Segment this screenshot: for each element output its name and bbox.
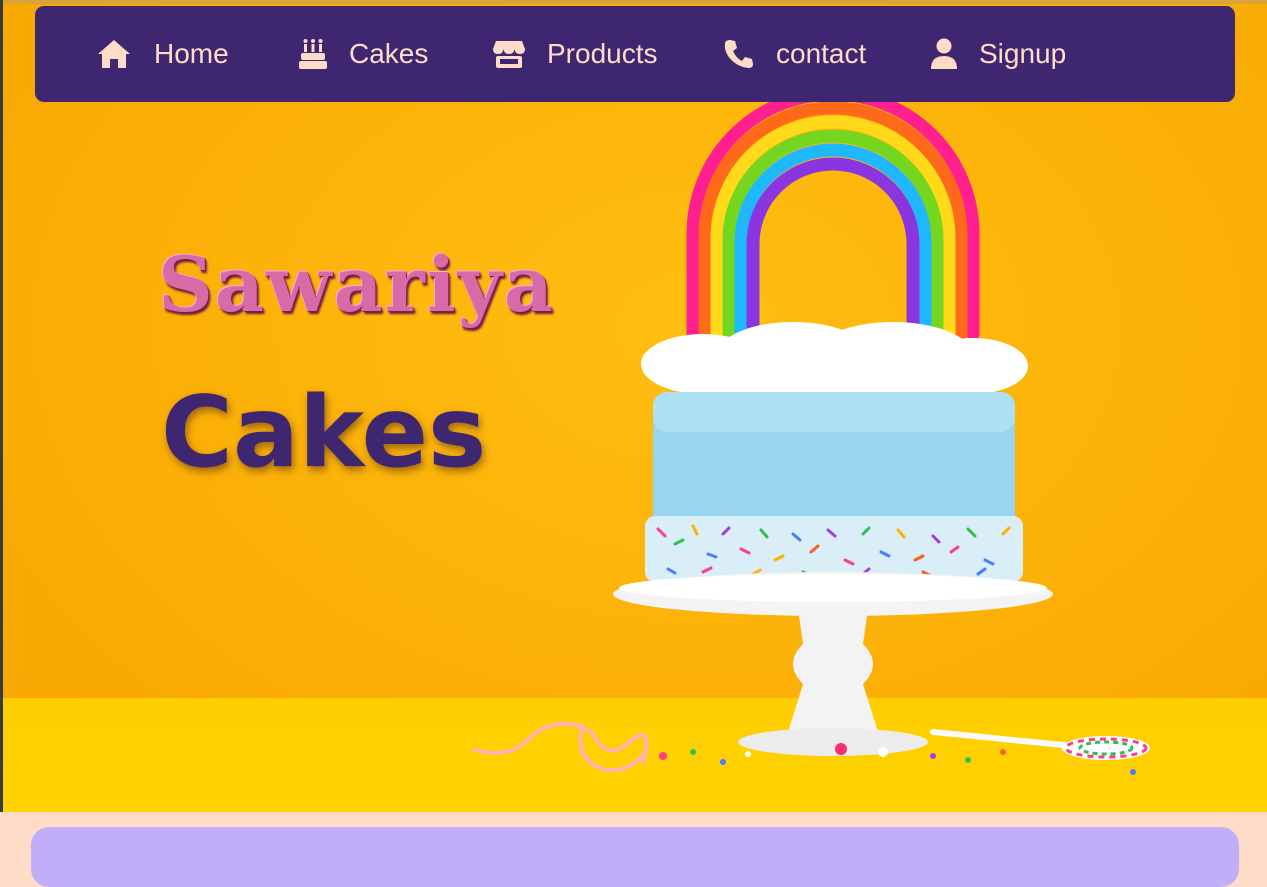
window-left-border bbox=[0, 0, 3, 812]
nav-item-label: Cakes bbox=[349, 38, 429, 69]
nav-item-label: Signup bbox=[979, 38, 1067, 69]
phone-icon bbox=[724, 39, 754, 69]
nav-item-signup[interactable]: Signup bbox=[931, 6, 1066, 102]
nav-item-label: contact bbox=[776, 38, 867, 69]
nav-item-label: Products bbox=[547, 38, 658, 69]
content-panel bbox=[31, 827, 1239, 887]
main-navbar: Home Cakes Products contact Signup bbox=[35, 6, 1235, 102]
hero-subtitle: Cakes bbox=[161, 376, 487, 490]
nav-item-label: Home bbox=[154, 38, 229, 69]
nav-item-home[interactable]: Home bbox=[96, 6, 229, 102]
hero-banner: Sawariya Cakes bbox=[3, 4, 1267, 812]
brand-name-logo: Sawariya bbox=[158, 240, 556, 329]
birthday-cake-icon bbox=[299, 38, 327, 70]
nav-item-contact[interactable]: contact bbox=[724, 6, 866, 102]
home-icon bbox=[96, 38, 132, 70]
nav-item-products[interactable]: Products bbox=[493, 6, 658, 102]
store-icon bbox=[493, 39, 525, 69]
nav-item-cakes[interactable]: Cakes bbox=[299, 6, 428, 102]
user-icon bbox=[931, 38, 957, 70]
